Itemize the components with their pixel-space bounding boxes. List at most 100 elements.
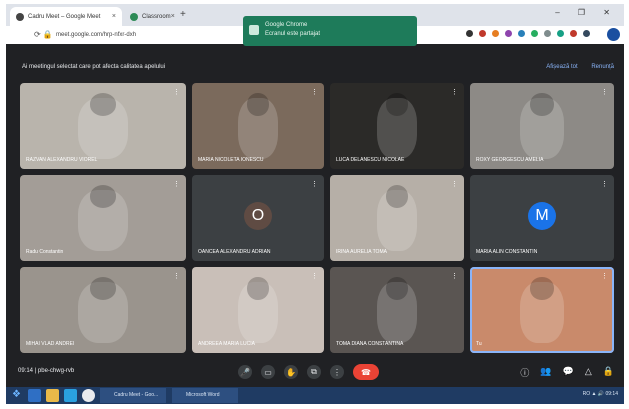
tile-more-icon[interactable]: ⋮ bbox=[173, 180, 180, 188]
video-feed bbox=[386, 277, 408, 300]
extension-icon[interactable] bbox=[570, 30, 577, 37]
folder-icon[interactable] bbox=[46, 389, 59, 402]
participant-name: LUCA DELANESCU NICOLAE bbox=[336, 157, 405, 163]
toast-body: Ecranul este partajat bbox=[265, 31, 321, 37]
participant-name: IRINA AURELIA TOMA bbox=[336, 249, 387, 255]
reload-icon[interactable]: ⟳ 🔒 bbox=[34, 30, 53, 39]
participant-name: MARIA ALIN CONSTANTIN bbox=[476, 249, 538, 255]
screen-share-toast[interactable]: Google Chrome Ecranul este partajat bbox=[243, 16, 417, 46]
participant-name: Tu bbox=[476, 341, 482, 347]
more-options-button[interactable]: ⋮ bbox=[330, 365, 344, 379]
extension-icon[interactable] bbox=[479, 30, 486, 37]
participant-tile[interactable]: ⋮ IRINA AURELIA TOMA bbox=[330, 175, 464, 261]
present-button[interactable]: ⧉ bbox=[307, 365, 321, 379]
video-feed bbox=[89, 93, 117, 116]
host-controls-icon[interactable]: 🔒 bbox=[603, 366, 614, 379]
extension-icon[interactable] bbox=[518, 30, 525, 37]
chat-icon[interactable]: 💬 bbox=[563, 366, 574, 379]
info-icon[interactable]: ⓘ bbox=[520, 366, 529, 379]
edge-icon[interactable] bbox=[64, 389, 77, 402]
meet-control-bar: 09:14 | pbe-chwg-rvb 🎤 ▭ ✋ ⧉ ⋮ ☎ ⓘ 👥 💬 △… bbox=[6, 359, 624, 387]
url-field[interactable]: meet.google.com/hrp-nfxr-dxh bbox=[56, 29, 236, 41]
tile-more-icon[interactable]: ⋮ bbox=[451, 180, 458, 188]
meet-favicon-icon bbox=[16, 12, 24, 21]
extension-icon[interactable] bbox=[505, 30, 512, 37]
tile-more-icon[interactable]: ⋮ bbox=[311, 272, 318, 280]
screen: Cadru Meet – Google Meet × Classroom × +… bbox=[6, 4, 624, 404]
participant-name: MARIA NICOLETA IONESCU bbox=[198, 157, 264, 163]
dismiss-link[interactable]: Renunță bbox=[591, 64, 614, 70]
window-controls[interactable]: – ❐ ✕ bbox=[555, 8, 618, 17]
tab-title: Cadru Meet – Google Meet bbox=[28, 13, 101, 20]
chrome-icon bbox=[249, 25, 259, 35]
extension-icon[interactable] bbox=[544, 30, 551, 37]
participant-tile[interactable]: ⋮ Radu Constantin bbox=[20, 175, 186, 261]
video-feed bbox=[89, 277, 117, 300]
chrome-icon[interactable] bbox=[82, 389, 95, 402]
participant-tile[interactable]: ⋮ TOMA DIANA CONSTANTINA bbox=[330, 267, 464, 353]
participant-avatar: M bbox=[528, 202, 556, 230]
participant-tile[interactable]: ⋮ MIHAI VLAD ANDREI bbox=[20, 267, 186, 353]
meet-notice-text: Ai meetingul selectat care pot afecta ca… bbox=[22, 64, 166, 70]
video-feed bbox=[386, 93, 408, 116]
tile-more-icon[interactable]: ⋮ bbox=[601, 180, 608, 188]
participant-tile[interactable]: ⋮ LUCA DELANESCU NICOLAE bbox=[330, 83, 464, 169]
system-tray[interactable]: RO ▲ 🔊 09:14 bbox=[583, 391, 618, 397]
extension-icon[interactable] bbox=[466, 30, 473, 37]
raise-hand-button[interactable]: ✋ bbox=[284, 365, 298, 379]
tab-classroom[interactable]: Classroom × bbox=[124, 7, 180, 26]
classroom-favicon-icon bbox=[130, 12, 138, 21]
tile-more-icon[interactable]: ⋮ bbox=[451, 272, 458, 280]
video-feed bbox=[530, 277, 554, 300]
tile-more-icon[interactable]: ⋮ bbox=[173, 88, 180, 96]
extensions bbox=[466, 30, 590, 37]
extension-icon[interactable] bbox=[557, 30, 564, 37]
extension-icon[interactable] bbox=[583, 30, 590, 37]
tile-more-icon[interactable]: ⋮ bbox=[173, 272, 180, 280]
side-controls: ⓘ 👥 💬 △ 🔒 bbox=[520, 366, 614, 379]
participant-tile[interactable]: O ⋮ OANCEA ALEXANDRU ADRIAN bbox=[192, 175, 324, 261]
activities-icon[interactable]: △ bbox=[585, 366, 592, 379]
notice-links: Afișează tot Renunță bbox=[534, 64, 614, 70]
show-all-link[interactable]: Afișează tot bbox=[546, 64, 577, 70]
toast-title: Google Chrome bbox=[265, 22, 308, 28]
tab-close-icon[interactable]: × bbox=[171, 13, 175, 20]
taskbar-task-word[interactable]: Microsoft Word bbox=[172, 388, 238, 403]
participant-tile[interactable]: ⋮ Tu bbox=[470, 267, 614, 353]
participant-name: ROXY GEORGESCU AMELIA bbox=[476, 157, 544, 163]
participant-tile[interactable]: M ⋮ MARIA ALIN CONSTANTIN bbox=[470, 175, 614, 261]
participant-name: Radu Constantin bbox=[26, 249, 64, 255]
call-controls: 🎤 ▭ ✋ ⧉ ⋮ ☎ bbox=[238, 364, 379, 380]
people-icon[interactable]: 👥 bbox=[540, 366, 551, 379]
extension-icon[interactable] bbox=[531, 30, 538, 37]
start-icon[interactable]: ❖ bbox=[12, 389, 24, 401]
meeting-info: 09:14 | pbe-chwg-rvb bbox=[18, 368, 75, 374]
meet-notice-bar: Ai meetingul selectat care pot afecta ca… bbox=[6, 44, 624, 82]
tile-more-icon[interactable]: ⋮ bbox=[311, 180, 318, 188]
windows-taskbar: ❖ Cadru Meet - Goo... Microsoft Word RO … bbox=[6, 387, 624, 404]
extension-icon[interactable] bbox=[492, 30, 499, 37]
tab-close-icon[interactable]: × bbox=[112, 13, 116, 20]
participant-tile[interactable]: ⋮ ANDREEA MARIA LUCIA bbox=[192, 267, 324, 353]
microphone-button[interactable]: 🎤 bbox=[238, 365, 252, 379]
camera-button[interactable]: ▭ bbox=[261, 365, 275, 379]
participant-tile[interactable]: ⋮ RAZVAN ALEXANDRU VIOREL bbox=[20, 83, 186, 169]
participant-name: RAZVAN ALEXANDRU VIOREL bbox=[26, 157, 98, 163]
participant-tile[interactable]: ⋮ MARIA NICOLETA IONESCU bbox=[192, 83, 324, 169]
profile-avatar[interactable] bbox=[607, 28, 620, 41]
tab-meet[interactable]: Cadru Meet – Google Meet × bbox=[10, 7, 122, 26]
tile-more-icon[interactable]: ⋮ bbox=[311, 88, 318, 96]
tile-more-icon[interactable]: ⋮ bbox=[601, 272, 608, 280]
tab-title: Classroom bbox=[142, 13, 171, 20]
participant-tile[interactable]: ⋮ ROXY GEORGESCU AMELIA bbox=[470, 83, 614, 169]
video-feed bbox=[247, 277, 269, 300]
new-tab-button[interactable]: + bbox=[180, 9, 186, 20]
tile-more-icon[interactable]: ⋮ bbox=[601, 88, 608, 96]
ie-icon[interactable] bbox=[28, 389, 41, 402]
hang-up-button[interactable]: ☎ bbox=[353, 364, 379, 380]
participant-avatar: O bbox=[244, 202, 272, 230]
video-feed bbox=[386, 185, 408, 208]
video-feed bbox=[89, 185, 117, 208]
taskbar-task-chrome[interactable]: Cadru Meet - Goo... bbox=[100, 388, 166, 403]
tile-more-icon[interactable]: ⋮ bbox=[451, 88, 458, 96]
